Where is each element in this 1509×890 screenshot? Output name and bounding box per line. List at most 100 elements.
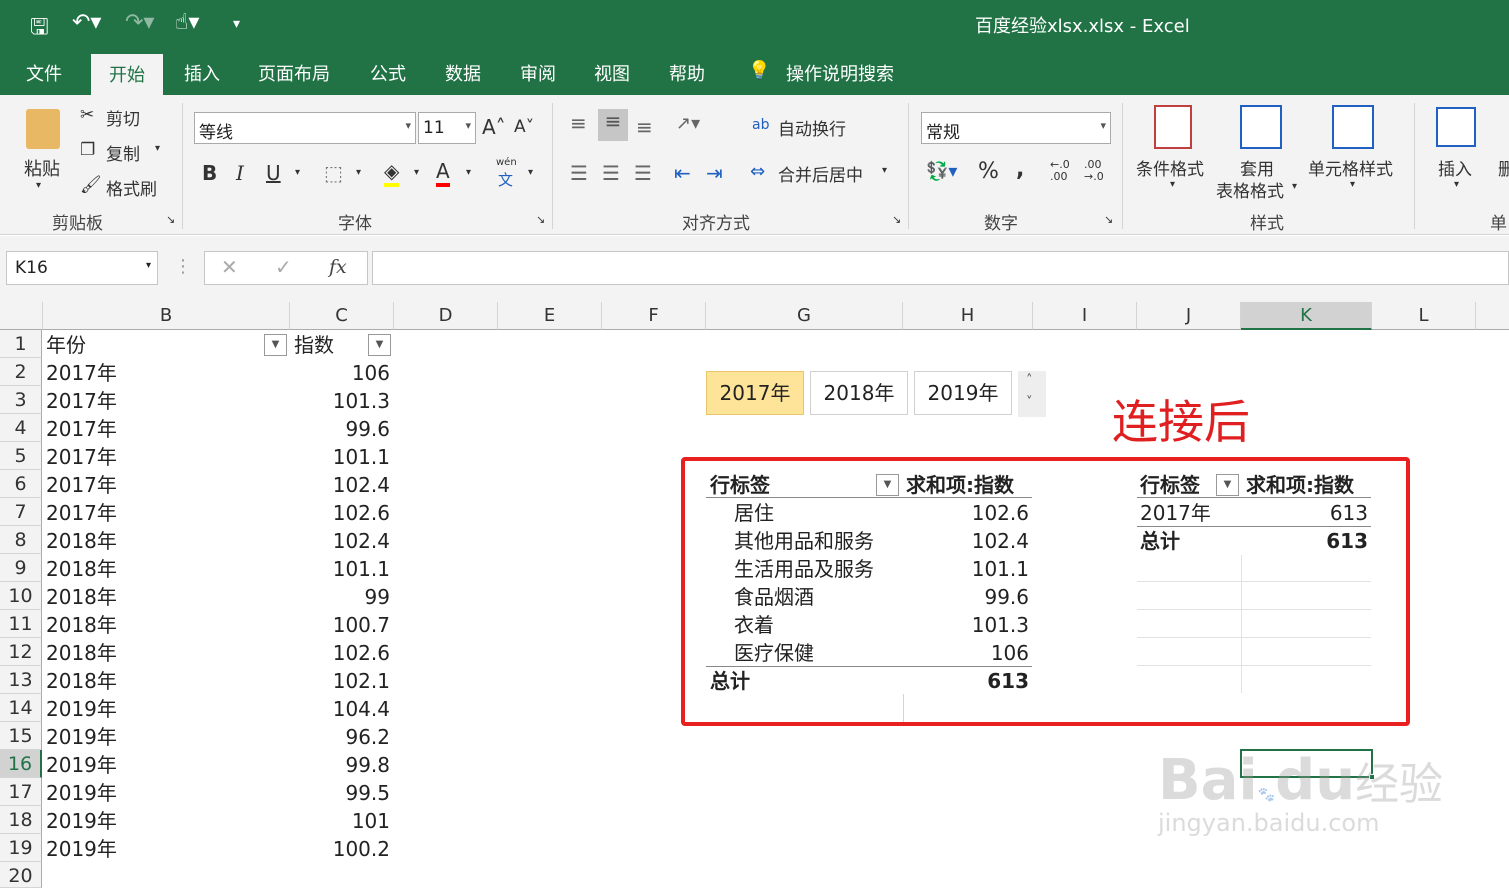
table-cell[interactable]: 2019年: [46, 695, 117, 723]
conditional-format-button[interactable]: 条件格式: [1136, 155, 1204, 180]
pivot1-value[interactable]: 102.4: [928, 527, 1029, 555]
paste-dropdown-icon[interactable]: ▾: [36, 180, 41, 191]
wrap-text-button[interactable]: 自动换行: [778, 115, 846, 140]
header-index[interactable]: 指数: [294, 331, 334, 359]
row-header[interactable]: 19: [0, 834, 42, 862]
pivot1-total-label[interactable]: 总计: [710, 667, 750, 695]
table-cell[interactable]: 100.2: [290, 835, 390, 863]
pivot2-value-header[interactable]: 求和项:指数: [1246, 471, 1354, 499]
slicer-scrollbar[interactable]: ˄ ˅: [1018, 371, 1046, 417]
percent-button[interactable]: %: [978, 159, 999, 184]
underline-dropdown-icon[interactable]: ▾: [295, 167, 300, 178]
table-cell[interactable]: 2019年: [46, 751, 117, 779]
pivot1-row[interactable]: 居住: [734, 499, 774, 527]
table-cell[interactable]: 2018年: [46, 555, 117, 583]
tab-insert[interactable]: 插入: [184, 60, 220, 86]
tell-me-search[interactable]: 操作说明搜索: [786, 60, 894, 86]
fx-icon[interactable]: fx: [329, 256, 347, 278]
font-size-select[interactable]: 11 ▾: [418, 112, 476, 144]
paste-button[interactable]: 粘贴: [24, 155, 60, 181]
table-cell[interactable]: 101.1: [290, 443, 390, 471]
table-cell[interactable]: 96.2: [290, 723, 390, 751]
slicer-item-2018[interactable]: 2018年: [810, 371, 908, 415]
name-box[interactable]: K16 ▾: [6, 251, 158, 285]
border-icon[interactable]: ⬚: [324, 161, 343, 185]
slicer-item-2017[interactable]: 2017年: [706, 371, 804, 415]
pivot1-row[interactable]: 食品烟酒: [734, 583, 814, 611]
row-header[interactable]: 18: [0, 806, 42, 834]
formula-input[interactable]: [372, 251, 1509, 285]
phonetic-top[interactable]: wén: [496, 157, 517, 168]
insert-cells-button[interactable]: 插入: [1438, 155, 1472, 180]
table-cell[interactable]: 101: [290, 807, 390, 835]
chevron-down-icon[interactable]: ▾: [1170, 179, 1175, 190]
phonetic-dropdown-icon[interactable]: ▾: [528, 167, 533, 178]
column-header-c[interactable]: C: [290, 302, 394, 330]
undo-icon[interactable]: ↶▾: [72, 10, 101, 35]
pivot1-row[interactable]: 衣着: [734, 611, 774, 639]
table-cell[interactable]: 102.6: [290, 639, 390, 667]
fill-dropdown-icon[interactable]: ▾: [414, 167, 419, 178]
tab-review[interactable]: 审阅: [520, 60, 556, 86]
table-cell[interactable]: 102.4: [290, 471, 390, 499]
cell-styles-button[interactable]: 单元格样式: [1308, 155, 1393, 180]
filter-dropdown-icon[interactable]: ▼: [368, 334, 391, 356]
row-header[interactable]: 17: [0, 778, 42, 806]
table-cell[interactable]: 2018年: [46, 583, 117, 611]
copy-dropdown-icon[interactable]: ▾: [155, 143, 160, 154]
align-top-icon[interactable]: ≡: [570, 111, 587, 135]
filter-applied-icon[interactable]: ▼: [1216, 474, 1239, 496]
currency-icon[interactable]: 💱▾: [926, 161, 957, 182]
table-cell[interactable]: 104.4: [290, 695, 390, 723]
table-cell[interactable]: 2018年: [46, 667, 117, 695]
font-name-select[interactable]: 等线 ▾: [194, 112, 416, 144]
orientation-icon[interactable]: ↗▾: [676, 113, 700, 134]
pivot2-value[interactable]: 613: [1270, 499, 1368, 527]
column-header-h[interactable]: H: [903, 302, 1033, 330]
comma-button[interactable]: ,: [1016, 157, 1024, 182]
align-center-icon[interactable]: ☰: [602, 161, 620, 185]
row-header[interactable]: 2: [0, 358, 42, 386]
table-cell[interactable]: 2019年: [46, 779, 117, 807]
row-header[interactable]: 10: [0, 582, 42, 610]
table-cell[interactable]: 102.6: [290, 499, 390, 527]
align-middle-icon[interactable]: ≡: [598, 109, 628, 141]
table-cell[interactable]: 2017年: [46, 415, 117, 443]
decrease-indent-icon[interactable]: ⇤: [674, 161, 691, 185]
table-cell[interactable]: 99.5: [290, 779, 390, 807]
chevron-down-icon[interactable]: ▾: [1454, 179, 1459, 190]
copy-button[interactable]: 复制: [106, 140, 140, 165]
chevron-down-icon[interactable]: ▾: [1292, 181, 1297, 192]
row-header[interactable]: 8: [0, 526, 42, 554]
row-header[interactable]: 9: [0, 554, 42, 582]
pivot1-row[interactable]: 生活用品及服务: [734, 555, 874, 583]
table-cell[interactable]: 101.1: [290, 555, 390, 583]
column-header-d[interactable]: D: [394, 302, 498, 330]
row-header[interactable]: 16: [0, 750, 42, 778]
table-cell[interactable]: 99.6: [290, 415, 390, 443]
column-header-i[interactable]: I: [1033, 302, 1137, 330]
header-year[interactable]: 年份: [46, 331, 86, 359]
save-icon[interactable]: 🖫: [30, 10, 49, 48]
table-cell[interactable]: 2018年: [46, 611, 117, 639]
table-cell[interactable]: 2017年: [46, 471, 117, 499]
customize-toolbar-icon[interactable]: ▾: [233, 16, 240, 32]
enter-icon[interactable]: ✓: [275, 255, 292, 279]
table-cell[interactable]: 2019年: [46, 723, 117, 751]
merge-center-button[interactable]: 合并后居中: [778, 161, 863, 186]
tab-formulas[interactable]: 公式: [370, 60, 406, 86]
tab-help[interactable]: 帮助: [669, 60, 705, 86]
row-header[interactable]: 3: [0, 386, 42, 414]
delete-cells-button[interactable]: 删: [1498, 155, 1509, 180]
table-format-button-line2[interactable]: 表格格式: [1216, 177, 1284, 202]
alignment-launcher-icon[interactable]: ↘: [892, 213, 901, 226]
number-format-select[interactable]: 常规 ▾: [921, 112, 1111, 144]
font-color-dropdown-icon[interactable]: ▾: [466, 167, 471, 178]
filter-dropdown-icon[interactable]: ▼: [264, 334, 287, 356]
column-header-f[interactable]: F: [602, 302, 706, 330]
row-header[interactable]: 4: [0, 414, 42, 442]
column-header-l[interactable]: L: [1372, 302, 1476, 330]
paste-icon[interactable]: [26, 109, 60, 149]
increase-decimal-button[interactable]: ←.0 .00: [1050, 159, 1078, 183]
pivot1-total-value[interactable]: 613: [928, 667, 1029, 695]
